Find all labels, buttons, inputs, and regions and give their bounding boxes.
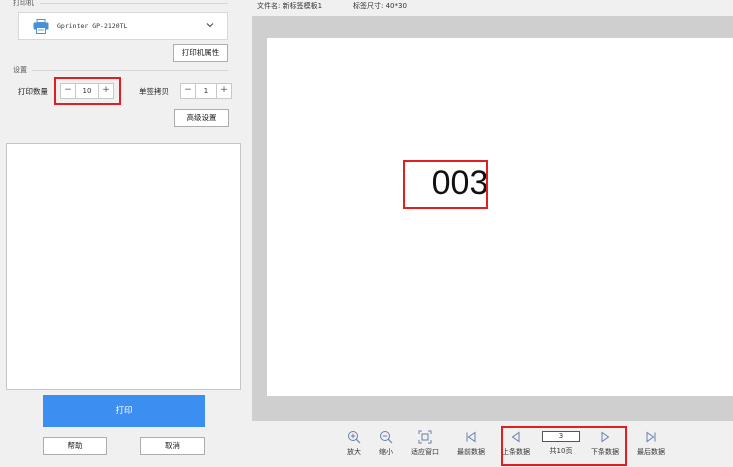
first-record-label: 最前数据 (457, 448, 485, 456)
record-navigation-highlight (501, 426, 627, 466)
fit-window-icon (418, 430, 432, 444)
printer-group-label: 打印机 (13, 0, 34, 7)
first-icon (466, 431, 476, 443)
printer-group-divider (40, 3, 228, 4)
cancel-button[interactable]: 取消 (140, 437, 205, 455)
settings-group-label: 设置 (13, 66, 27, 74)
zoom-out-icon (380, 431, 393, 444)
file-info-bar: 文件名: 新标签模板1 标签尺寸: 40*30 (252, 0, 733, 16)
advanced-settings-button[interactable]: 高级设置 (174, 109, 229, 127)
print-quantity-highlight (54, 77, 121, 105)
single-copies-stepper: − 1 + (180, 83, 232, 99)
print-button[interactable]: 打印 (43, 395, 205, 427)
preview-toolbar: 放大 缩小 适应窗口 最前数据 上条数据 3 共10页 下条数据 最后数据 (252, 421, 733, 467)
printer-icon (33, 19, 49, 34)
last-record-label: 最后数据 (637, 448, 665, 456)
last-record-button[interactable]: 最后数据 (631, 430, 671, 457)
zoom-in-icon (348, 431, 361, 444)
printer-dropdown[interactable]: Gprinter GP-2120TL (18, 12, 228, 40)
printer-properties-button[interactable]: 打印机属性 (173, 44, 228, 62)
chevron-down-icon[interactable] (205, 20, 215, 30)
label-page: 003 (267, 38, 733, 396)
label-text-highlight (403, 160, 488, 209)
print-settings-panel: 打印机 Gprinter GP-2120TL 打印机属性 设置 打印数量 − 1… (0, 0, 252, 467)
single-copies-label: 单签拷贝 (139, 87, 169, 96)
fit-window-label: 适应窗口 (411, 448, 439, 456)
settings-group-divider (32, 70, 228, 71)
selected-printer-name: Gprinter GP-2120TL (57, 22, 128, 30)
print-quantity-label: 打印数量 (18, 87, 48, 96)
label-size-text: 标签尺寸: 40*30 (353, 2, 407, 10)
help-button[interactable]: 帮助 (43, 437, 107, 455)
print-preview-list[interactable] (6, 143, 241, 390)
file-name-text: 文件名: 新标签模板1 (257, 2, 323, 10)
first-record-button[interactable]: 最前数据 (451, 430, 491, 457)
fit-window-button[interactable]: 适应窗口 (405, 430, 445, 457)
single-copies-increment-button[interactable]: + (216, 84, 231, 98)
last-icon (646, 431, 656, 443)
zoom-out-button[interactable]: 缩小 (366, 430, 406, 457)
single-copies-decrement-button[interactable]: − (181, 84, 196, 98)
zoom-out-label: 缩小 (379, 448, 393, 456)
single-copies-input[interactable]: 1 (196, 84, 216, 98)
preview-canvas: 003 (252, 16, 733, 421)
label-preview-panel: 文件名: 新标签模板1 标签尺寸: 40*30 003 放大 缩小 适应窗口 最… (252, 0, 733, 467)
